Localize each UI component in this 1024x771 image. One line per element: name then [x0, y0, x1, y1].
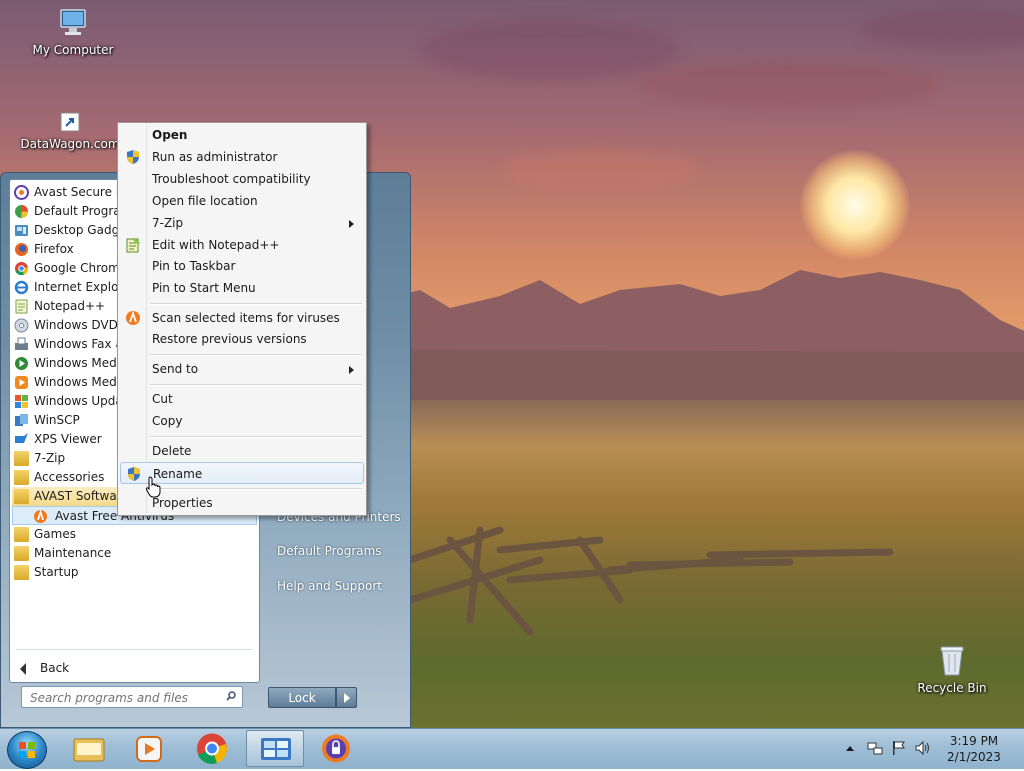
default-programs-icon — [14, 204, 29, 219]
control-panel-icon — [261, 738, 291, 760]
taskbar-control-panel[interactable] — [246, 730, 304, 767]
shutdown-options-arrow-button[interactable] — [336, 687, 357, 708]
start-button[interactable] — [7, 731, 47, 769]
notepadpp-icon — [125, 237, 141, 253]
taskbar-windows-media-player[interactable] — [120, 730, 178, 767]
menu-item-pin-to-start-menu[interactable]: Pin to Start Menu — [120, 277, 364, 299]
menu-item-copy[interactable]: Copy — [120, 410, 364, 432]
media-player-icon — [14, 375, 29, 390]
submenu-arrow-icon — [349, 220, 354, 228]
search-icon[interactable] — [226, 691, 236, 701]
folder-icon — [14, 470, 29, 485]
back-arrow-icon — [20, 662, 26, 675]
menu-item-restore-previous-versions[interactable]: Restore previous versions — [120, 328, 364, 350]
program-folder[interactable]: Games — [12, 525, 257, 544]
menu-separator — [150, 488, 362, 490]
start-link-default-programs[interactable]: Default Programs — [277, 544, 382, 558]
uac-shield-icon — [126, 466, 142, 482]
desktop-icon-my-computer[interactable]: My Computer — [28, 8, 118, 57]
desktop-icon-recycle-bin[interactable]: Recycle Bin — [912, 644, 992, 695]
context-menu: Open Run as administrator Troubleshoot c… — [117, 122, 367, 516]
menu-item-edit-with-notepadpp[interactable]: Edit with Notepad++ — [120, 234, 364, 256]
menu-item-run-as-administrator[interactable]: Run as administrator — [120, 146, 364, 168]
menu-separator — [150, 303, 362, 305]
menu-item-open-file-location[interactable]: Open file location — [120, 190, 364, 212]
folder-icon — [14, 546, 29, 561]
chrome-icon — [197, 733, 227, 764]
firefox-icon — [14, 242, 29, 257]
hand-cursor-icon — [145, 476, 161, 498]
xps-viewer-icon — [14, 432, 29, 447]
sun — [800, 150, 910, 260]
taskbar-chrome[interactable] — [183, 730, 241, 767]
menu-separator — [150, 354, 362, 356]
folder-icon — [14, 565, 29, 580]
menu-item-delete[interactable]: Delete — [120, 440, 364, 462]
submenu-arrow-icon — [349, 366, 354, 374]
chrome-icon — [14, 261, 29, 276]
menu-separator — [150, 384, 362, 386]
avast-secure-browser-icon — [322, 734, 350, 763]
windows-logo-icon — [19, 742, 35, 758]
windows-update-icon — [14, 394, 29, 409]
search-input[interactable] — [28, 688, 217, 708]
network-icon[interactable] — [866, 739, 884, 757]
clock-date: 2/1/2023 — [947, 750, 1001, 764]
dvd-maker-icon — [14, 318, 29, 333]
winscp-icon — [14, 413, 29, 428]
back-button[interactable]: Back — [20, 658, 69, 678]
menu-item-cut[interactable]: Cut — [120, 388, 364, 410]
clock-time: 3:19 PM — [949, 734, 999, 748]
menu-item-open[interactable]: Open — [120, 124, 364, 146]
menu-item-pin-to-taskbar[interactable]: Pin to Taskbar — [120, 255, 364, 277]
shortcut-icon — [60, 112, 80, 132]
menu-item-7zip[interactable]: 7-Zip — [120, 212, 364, 234]
program-folder[interactable]: Startup — [12, 563, 257, 582]
wooden-fence — [410, 526, 894, 636]
menu-item-scan-for-viruses[interactable]: Scan selected items for viruses — [120, 307, 364, 329]
volume-icon[interactable] — [914, 739, 932, 757]
uac-shield-icon — [125, 149, 141, 165]
gadgets-icon — [14, 223, 29, 238]
media-center-icon — [14, 356, 29, 371]
avast-browser-icon — [14, 185, 29, 200]
folder-icon — [14, 451, 29, 466]
action-center-flag-icon[interactable] — [890, 739, 908, 757]
program-folder[interactable]: Maintenance — [12, 544, 257, 563]
desktop-icon-label: Recycle Bin — [917, 681, 987, 695]
notepadpp-icon — [14, 299, 29, 314]
avast-icon — [33, 508, 48, 524]
menu-item-troubleshoot[interactable]: Troubleshoot compatibility — [120, 168, 364, 190]
desktop-icon-label: My Computer — [32, 43, 114, 57]
desktop-icon-label: DataWagon.com — [20, 137, 120, 151]
taskbar-avast-secure-browser[interactable] — [307, 730, 365, 767]
lock-button[interactable]: Lock — [268, 687, 336, 708]
start-search-box[interactable] — [21, 686, 243, 708]
menu-item-send-to[interactable]: Send to — [120, 358, 364, 380]
folder-icon — [14, 489, 29, 504]
taskbar-windows-explorer[interactable] — [60, 730, 118, 767]
divider — [16, 649, 253, 650]
mountain-range — [380, 270, 1024, 420]
windows-media-player-icon — [136, 736, 162, 762]
folder-icon — [14, 527, 29, 542]
avast-icon — [125, 310, 141, 326]
system-clock[interactable]: 3:19 PM 2/1/2023 — [938, 733, 1010, 765]
computer-icon — [60, 9, 86, 35]
windows-explorer-icon — [73, 738, 105, 762]
show-hidden-icons-icon[interactable] — [845, 744, 855, 752]
ie-icon — [14, 280, 29, 295]
recycle-bin-icon — [940, 646, 964, 676]
start-link-help-support[interactable]: Help and Support — [277, 579, 382, 593]
desktop-icon-datawagon[interactable]: DataWagon.com — [20, 112, 120, 151]
fax-icon — [14, 337, 29, 352]
menu-separator — [150, 436, 362, 438]
